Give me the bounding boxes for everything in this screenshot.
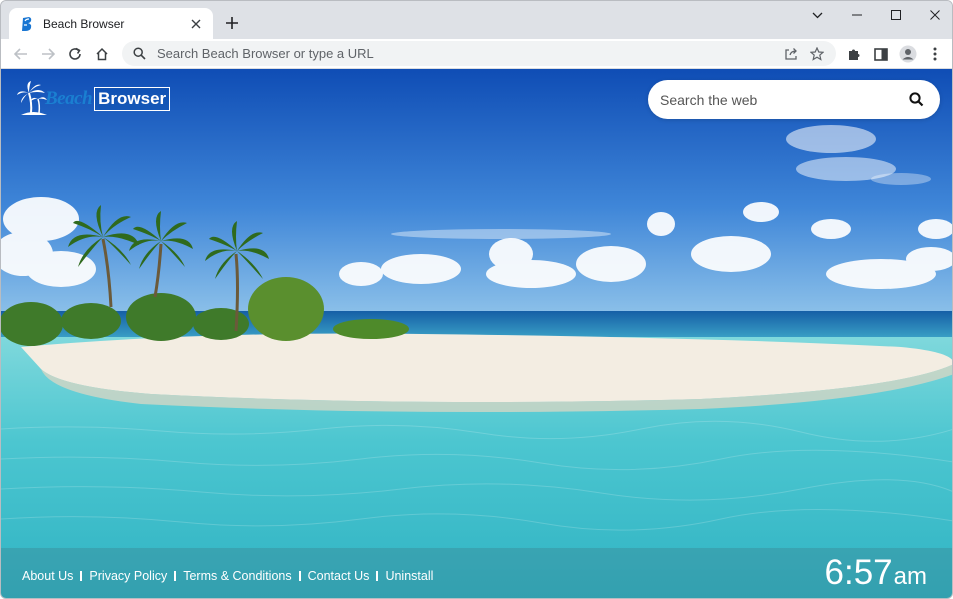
footer-link-terms-conditions[interactable]: Terms & Conditions (183, 569, 291, 583)
web-search-box[interactable] (648, 80, 940, 119)
clock-ampm: am (893, 563, 927, 590)
tab-close-icon[interactable] (187, 15, 205, 33)
tab-strip: Beach Browser (1, 1, 952, 39)
beach-browser-logo: Beach Browser (17, 81, 171, 117)
minimize-icon[interactable] (837, 1, 876, 29)
kebab-menu-icon[interactable] (921, 41, 948, 67)
clock: 6:57 am (825, 553, 927, 593)
clock-time: 6:57 (824, 553, 893, 592)
window-controls (798, 1, 952, 31)
footer-link-about-us[interactable]: About Us (22, 569, 73, 583)
footer-link-privacy-policy[interactable]: Privacy Policy (89, 569, 167, 583)
search-icon (131, 46, 147, 62)
profile-avatar-icon[interactable] (894, 41, 921, 67)
window-close-icon[interactable] (915, 1, 952, 29)
home-icon[interactable] (88, 41, 115, 67)
logo-text-beach: Beach (45, 88, 93, 109)
reload-icon[interactable] (61, 41, 88, 67)
browser-toolbar (1, 39, 952, 69)
new-tab-page: Beach Browser About Us Privacy Policy Te… (1, 69, 952, 598)
footer-separator (376, 571, 379, 581)
maximize-icon[interactable] (876, 1, 915, 29)
extensions-puzzle-icon[interactable] (840, 41, 867, 67)
bookmark-star-icon[interactable] (804, 43, 830, 65)
omnibox[interactable] (122, 41, 836, 66)
tab-title: Beach Browser (43, 16, 125, 31)
toolbar-right (840, 41, 948, 67)
footer-links: About Us Privacy Policy Terms & Conditio… (22, 569, 433, 583)
omnibox-input[interactable] (157, 46, 778, 61)
forward-arrow-icon[interactable] (34, 41, 61, 67)
web-search-input[interactable] (660, 91, 906, 108)
back-arrow-icon[interactable] (7, 41, 34, 67)
new-tab-plus-icon[interactable] (221, 12, 243, 34)
beach-background-image (1, 69, 952, 598)
tab-search-chevron-down-icon[interactable] (798, 1, 837, 29)
footer-separator (174, 571, 177, 581)
footer-separator (298, 571, 301, 581)
beach-browser-favicon-icon (19, 16, 35, 32)
footer-separator (80, 571, 83, 581)
logo-text-browser: Browser (94, 87, 171, 111)
tab-beach-browser[interactable]: Beach Browser (9, 8, 213, 39)
page-footer: About Us Privacy Policy Terms & Conditio… (1, 548, 952, 598)
side-panel-icon[interactable] (867, 41, 894, 67)
footer-link-contact-us[interactable]: Contact Us (308, 569, 370, 583)
browser-window: Beach Browser Search Beach Browser or ty… (0, 0, 953, 599)
search-icon[interactable] (906, 90, 926, 110)
footer-link-uninstall[interactable]: Uninstall (385, 569, 433, 583)
share-icon[interactable] (778, 43, 804, 65)
